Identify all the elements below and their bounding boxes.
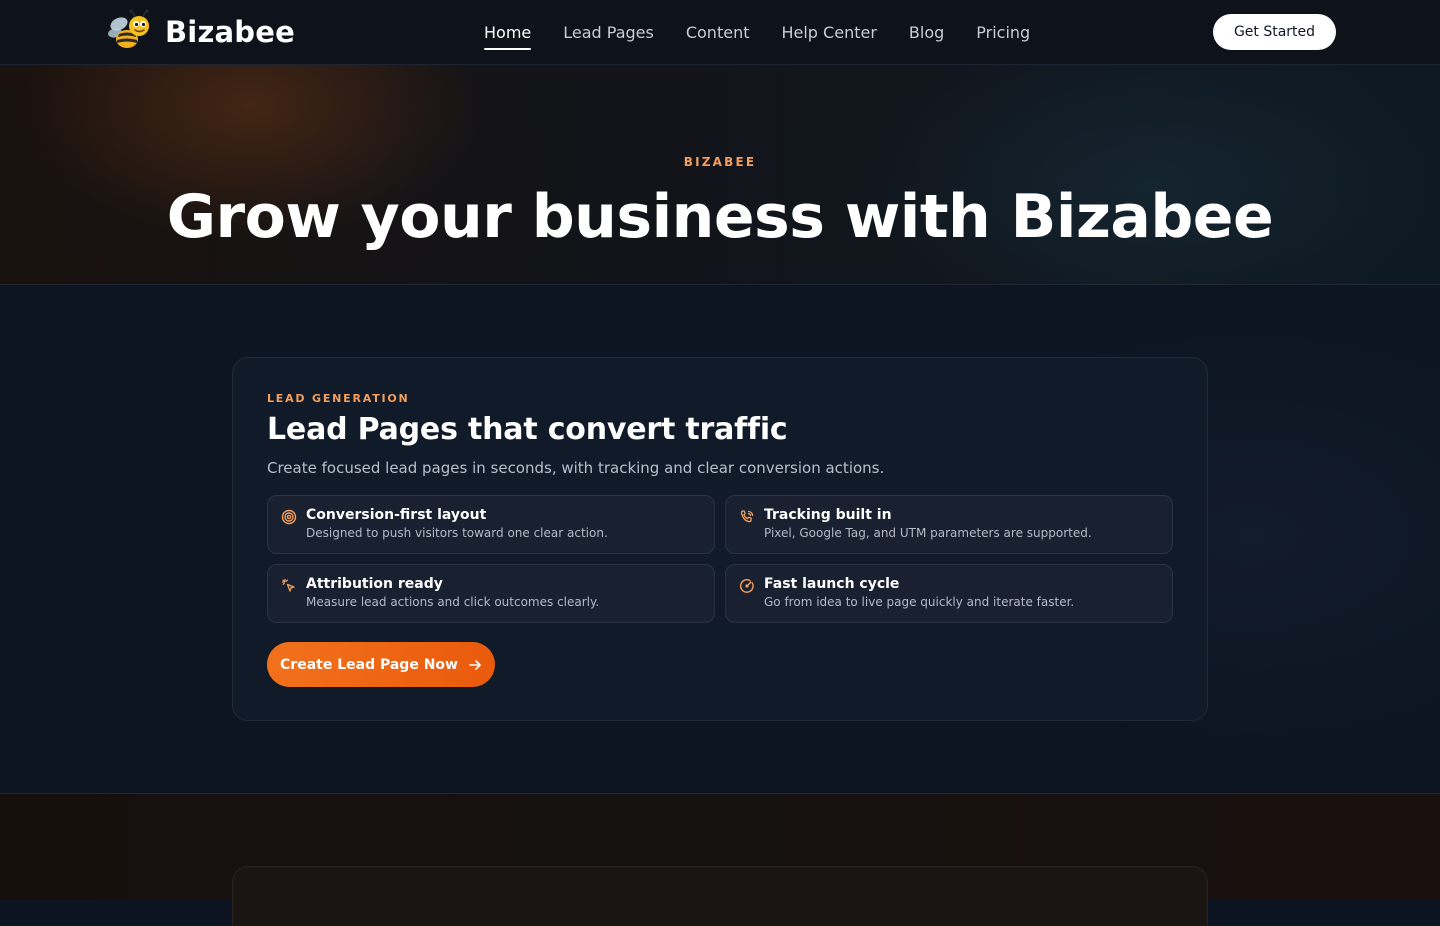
get-started-button[interactable]: Get Started — [1213, 14, 1336, 50]
section-subtitle: Create focused lead pages in seconds, wi… — [267, 459, 885, 477]
feature-title: Conversion-first layout — [306, 507, 487, 523]
sparkle-pointer-icon — [281, 578, 297, 594]
feature-desc: Go from idea to live page quickly and it… — [764, 595, 1075, 609]
nav-link-content[interactable]: Content — [686, 17, 750, 48]
brand-name: Bizabee — [165, 15, 295, 49]
hero-eyebrow: BIZABEE — [683, 155, 757, 169]
feature-card-tracking: Tracking built in Pixel, Google Tag, and… — [725, 495, 1173, 554]
target-icon — [281, 509, 297, 525]
hero-section: BIZABEE Grow your business with Bizabee — [0, 65, 1440, 285]
next-section-card — [232, 866, 1208, 926]
lead-pages-card: LEAD GENERATION Lead Pages that convert … — [232, 357, 1208, 721]
brand-logo-link[interactable]: Bizabee — [105, 8, 295, 56]
bee-logo-icon — [105, 8, 153, 56]
feature-desc: Pixel, Google Tag, and UTM parameters ar… — [764, 526, 1092, 540]
arrow-right-icon — [468, 658, 482, 672]
feature-title: Attribution ready — [306, 576, 443, 592]
main-nav: Home Lead Pages Content Help Center Blog… — [484, 0, 1030, 64]
nav-link-lead-pages[interactable]: Lead Pages — [563, 17, 654, 48]
feature-card-attribution: Attribution ready Measure lead actions a… — [267, 564, 715, 623]
create-lead-page-button[interactable]: Create Lead Page Now — [267, 642, 495, 687]
nav-link-help-center[interactable]: Help Center — [781, 17, 876, 48]
lead-pages-section: LEAD GENERATION Lead Pages that convert … — [0, 285, 1440, 794]
nav-link-pricing[interactable]: Pricing — [976, 17, 1030, 48]
feature-title: Tracking built in — [764, 507, 892, 523]
section-title: Lead Pages that convert traffic — [267, 412, 788, 447]
phone-tracking-icon — [739, 509, 755, 525]
feature-desc: Designed to push visitors toward one cle… — [306, 526, 608, 540]
top-nav: Bizabee Home Lead Pages Content Help Cen… — [0, 0, 1440, 65]
nav-link-home[interactable]: Home — [484, 17, 532, 50]
nav-link-blog[interactable]: Blog — [909, 17, 944, 48]
feature-title: Fast launch cycle — [764, 576, 900, 592]
feature-card-conversion: Conversion-first layout Designed to push… — [267, 495, 715, 554]
section-eyebrow: LEAD GENERATION — [267, 392, 410, 405]
next-section — [0, 794, 1440, 926]
gauge-icon — [739, 578, 755, 594]
feature-card-fast-launch: Fast launch cycle Go from idea to live p… — [725, 564, 1173, 623]
feature-desc: Measure lead actions and click outcomes … — [306, 595, 600, 609]
hero-title: Grow your business with Bizabee — [166, 182, 1274, 252]
cta-label: Create Lead Page Now — [280, 656, 458, 673]
